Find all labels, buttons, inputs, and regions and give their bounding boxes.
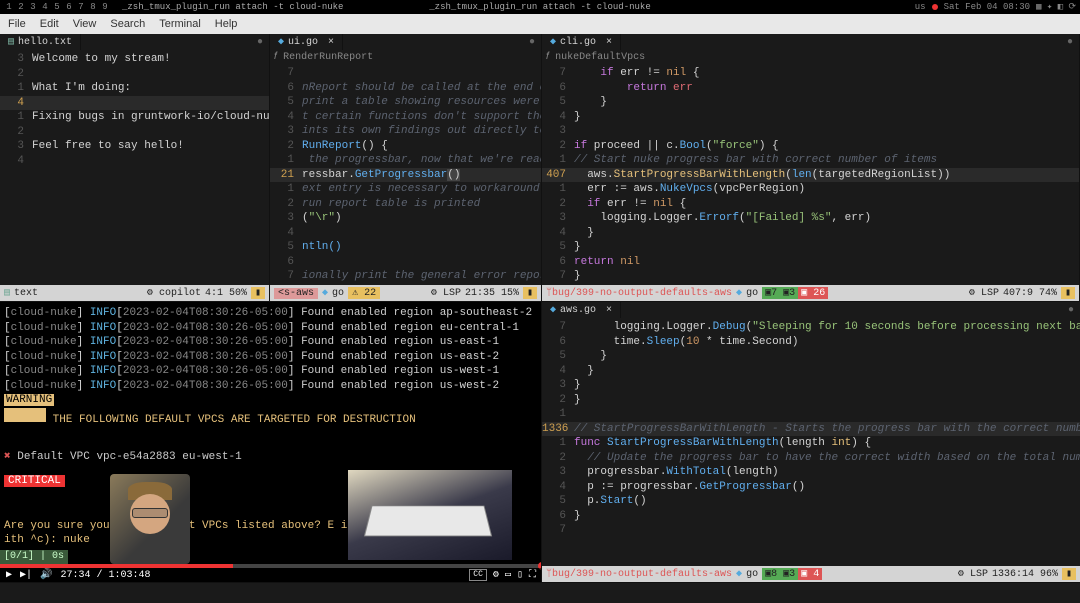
video-controls[interactable]: ▶ ▶| 🔊 27:34 / 1:03:48 CC ⚙ ▭ ▯ ⛶	[0, 568, 542, 582]
cc-button[interactable]: CC	[469, 569, 487, 581]
close-icon[interactable]: ●	[1061, 37, 1079, 48]
desktop-topbar: 1 2 3 4 5 6 7 8 9 _zsh_tmux_plugin_run a…	[0, 0, 1080, 14]
tab-aws[interactable]: ◆ aws.go ×	[542, 302, 621, 318]
breadcrumb-cli: 𝑓 nukeDefaultVpcs	[542, 50, 1079, 64]
input-indicator: us	[915, 2, 926, 12]
pane-terminal: [cloud-nuke] INFO[2023-02-04T08:30:26-05…	[0, 302, 542, 583]
menu-edit[interactable]: Edit	[40, 18, 59, 30]
editor-cli[interactable]: 7 if err != nil { 6 return err 5 } 4} 3 …	[542, 64, 1079, 299]
tray-icons[interactable]: ▦ ✦ ◧ ⟳	[1036, 2, 1076, 12]
editor-aws[interactable]: 7 logging.Logger.Debug("Sleeping for 10 …	[542, 318, 1080, 566]
webcam-feed	[110, 474, 190, 564]
miniplayer-icon[interactable]: ▭	[505, 569, 511, 581]
statusline-cli: ᛘ bug/399-no-output-defaults-aws ◆ go ▣7…	[542, 285, 1079, 301]
close-icon[interactable]: ×	[606, 305, 612, 316]
next-icon[interactable]: ▶|	[20, 569, 32, 581]
tab-hello[interactable]: ▤ hello.txt	[0, 34, 81, 50]
desk-cam-feed	[348, 470, 512, 560]
editor-ui[interactable]: 7 6nReport should be called at the end o…	[270, 64, 541, 299]
record-icon	[932, 4, 938, 10]
pane-cli: ◆ cli.go × ● 𝑓 nukeDefaultVpcs 7 if err …	[542, 34, 1080, 302]
go-icon: ◆	[550, 36, 556, 48]
go-icon: ◆	[278, 36, 284, 48]
statusline-aws: ᛘ bug/399-no-output-defaults-aws ◆ go ▣8…	[542, 566, 1080, 582]
close-icon[interactable]: ×	[328, 37, 334, 48]
video-time: 27:34 / 1:03:48	[61, 570, 151, 581]
settings-icon[interactable]: ⚙	[493, 569, 499, 581]
go-icon: ◆	[550, 304, 556, 316]
fullscreen-icon[interactable]: ⛶	[529, 569, 536, 581]
pane-hello: ▤ hello.txt ● 3Welcome to my stream! 2 1…	[0, 34, 270, 302]
statusline-ui: <s-aws ◆ go ⚠ 22 ⚙ LSP 21:35 15% ▮	[270, 285, 541, 301]
close-icon[interactable]: ●	[251, 37, 269, 48]
tab-ui[interactable]: ◆ ui.go ×	[270, 34, 343, 50]
volume-icon[interactable]: 🔊	[40, 569, 52, 581]
menu-help[interactable]: Help	[215, 18, 238, 30]
app-menubar[interactable]: File Edit View Search Terminal Help	[0, 14, 1080, 34]
window-title-center: _zsh_tmux_plugin_run attach -t cloud-nuk…	[429, 2, 650, 12]
file-icon: ▤	[8, 36, 14, 48]
pane-ui: ◆ ui.go × ● 𝑓 RenderRunReport 7 6nReport…	[270, 34, 542, 302]
statusline-hello: ▤ text ⚙ copilot 4:1 50% ▮	[0, 285, 269, 301]
menu-file[interactable]: File	[8, 18, 26, 30]
play-icon[interactable]: ▶	[6, 569, 12, 581]
close-icon[interactable]: ●	[523, 37, 541, 48]
close-icon[interactable]: ×	[606, 37, 612, 48]
breadcrumb-ui: 𝑓 RenderRunReport	[270, 50, 541, 64]
menu-search[interactable]: Search	[110, 18, 145, 30]
window-title-left: _zsh_tmux_plugin_run attach -t cloud-nuk…	[122, 2, 343, 12]
theater-icon[interactable]: ▯	[517, 569, 523, 581]
menu-view[interactable]: View	[73, 18, 97, 30]
close-icon[interactable]: ●	[1062, 305, 1080, 316]
pane-aws: ◆ aws.go × ● 7 logging.Logger.Debug("Sle…	[542, 302, 1080, 583]
tab-cli[interactable]: ◆ cli.go ×	[542, 34, 621, 50]
clock: Sat Feb 04 08:30	[944, 2, 1030, 12]
workspace-switcher[interactable]: 1 2 3 4 5 6 7 8 9	[4, 2, 110, 12]
menu-terminal[interactable]: Terminal	[159, 18, 201, 30]
editor-hello[interactable]: 3Welcome to my stream! 2 1What I'm doing…	[0, 50, 269, 285]
video-overlay: ▶ ▶| 🔊 27:34 / 1:03:48 CC ⚙ ▭ ▯ ⛶	[0, 482, 542, 582]
